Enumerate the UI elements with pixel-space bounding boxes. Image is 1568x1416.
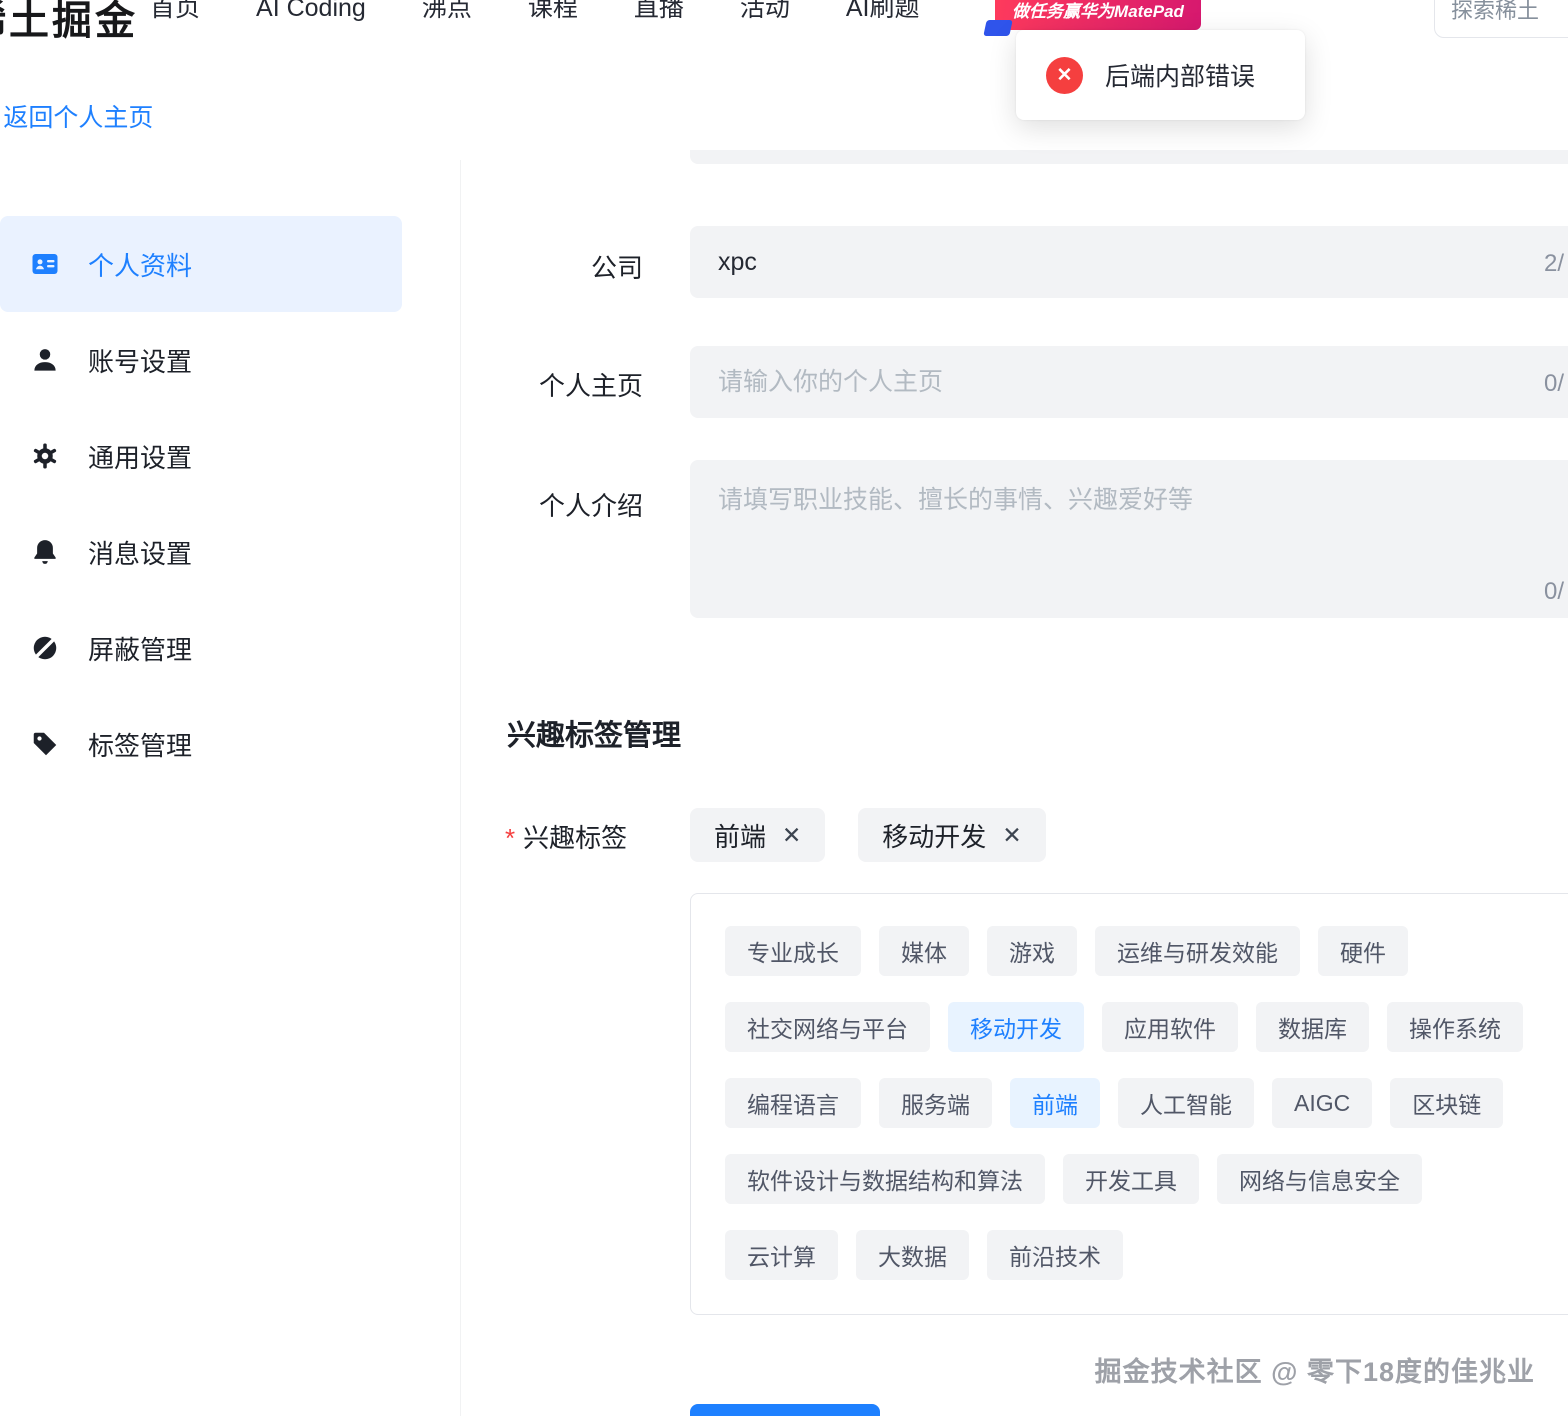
tag-option[interactable]: 数据库 xyxy=(1256,1002,1369,1052)
tag-option[interactable]: 大数据 xyxy=(856,1230,969,1280)
sidebar-item-account[interactable]: 账号设置 xyxy=(0,312,402,408)
sidebar-item-label: 个人资料 xyxy=(88,250,193,281)
interest-tags-label: * 兴趣标签 xyxy=(505,823,628,853)
sidebar-item-messages[interactable]: 消息设置 xyxy=(0,504,402,600)
save-button[interactable] xyxy=(690,1404,880,1416)
juejin-logo[interactable]: 稀土掘金 xyxy=(0,0,138,46)
sidebar-item-label: 标签管理 xyxy=(88,730,193,761)
tag-row: 软件设计与数据结构和算法 开发工具 网络与信息安全 xyxy=(725,1154,1568,1204)
tag-option[interactable]: 云计算 xyxy=(725,1230,838,1280)
tag-option[interactable]: 游戏 xyxy=(987,926,1077,976)
nav-item-home[interactable]: 首页 xyxy=(150,0,200,30)
tag-option[interactable]: 人工智能 xyxy=(1118,1078,1254,1128)
back-to-profile-link[interactable]: ‹ 返回个人主页 xyxy=(0,98,153,134)
tag-row: 云计算 大数据 前沿技术 xyxy=(725,1230,1568,1280)
tag-option[interactable]: 运维与研发效能 xyxy=(1095,926,1300,976)
homepage-label: 个人主页 xyxy=(538,371,643,401)
sidebar-item-label: 通用设置 xyxy=(88,442,193,473)
company-input[interactable] xyxy=(690,226,1568,298)
tag-option[interactable]: 前沿技术 xyxy=(987,1230,1123,1280)
profile-card-icon xyxy=(30,249,60,279)
selected-tag-label: 前端 xyxy=(714,821,767,852)
settings-sidebar: 个人资料 账号设置 通用设置 消息设置 屏蔽管理 标签管理 xyxy=(0,216,402,792)
sidebar-item-block[interactable]: 屏蔽管理 xyxy=(0,600,402,696)
tag-option[interactable]: AIGC xyxy=(1272,1078,1373,1128)
tag-icon xyxy=(30,729,60,759)
required-star: * xyxy=(505,823,516,853)
homepage-field-wrap: 0/ xyxy=(690,346,1568,418)
selected-tag-frontend[interactable]: 前端 ✕ xyxy=(690,808,826,862)
tag-row: 社交网络与平台 移动开发 应用软件 数据库 操作系统 xyxy=(725,1002,1568,1052)
sidebar-content-divider xyxy=(460,160,461,1416)
tag-row: 编程语言 服务端 前端 人工智能 AIGC 区块链 xyxy=(725,1078,1568,1128)
nav-item-courses[interactable]: 课程 xyxy=(528,0,578,30)
tag-option[interactable]: 区块链 xyxy=(1390,1078,1504,1128)
selected-tag-label: 移动开发 xyxy=(882,821,987,852)
tag-option[interactable]: 开发工具 xyxy=(1063,1154,1199,1204)
tag-row: 专业成长 媒体 游戏 运维与研发效能 硬件 xyxy=(725,926,1568,976)
user-icon xyxy=(30,345,60,375)
input-sliver xyxy=(690,150,1568,164)
error-toast: ✕ 后端内部错误 xyxy=(1016,30,1305,120)
tag-option-selected[interactable]: 前端 xyxy=(1010,1078,1100,1128)
tag-option[interactable]: 编程语言 xyxy=(725,1078,861,1128)
search-box xyxy=(1434,0,1568,38)
tag-option[interactable]: 服务端 xyxy=(879,1078,992,1128)
homepage-input[interactable] xyxy=(690,346,1568,418)
intro-textarea[interactable] xyxy=(690,460,1568,618)
tag-option[interactable]: 应用软件 xyxy=(1102,1002,1238,1052)
homepage-char-count: 0/ xyxy=(1543,370,1564,397)
selected-tag-mobile[interactable]: 移动开发 ✕ xyxy=(858,808,1046,862)
top-nav: 首页 AI Coding 沸点 课程 直播 活动 AI刷题 xyxy=(150,0,920,30)
intro-char-count: 0/ xyxy=(1543,578,1564,605)
block-icon xyxy=(30,633,60,663)
company-field-wrap: 2/ xyxy=(690,226,1568,298)
company-label: 公司 xyxy=(590,253,643,283)
settings-page: 稀土掘金 首页 AI Coding 沸点 课程 直播 活动 AI刷题 做任务赢华… xyxy=(0,0,1568,1416)
sidebar-item-label: 消息设置 xyxy=(88,538,193,569)
community-watermark: 掘金技术社区 @ 零下18度的佳兆业 xyxy=(1094,1357,1535,1387)
search-input[interactable] xyxy=(1451,0,1568,24)
tag-option[interactable]: 硬件 xyxy=(1318,926,1408,976)
promo-banner[interactable]: 做任务赢华为MatePad xyxy=(983,0,1201,36)
error-toast-message: 后端内部错误 xyxy=(1105,63,1256,91)
sidebar-item-general[interactable]: 通用设置 xyxy=(0,408,402,504)
close-icon[interactable]: ✕ xyxy=(782,823,801,847)
bell-icon xyxy=(30,537,60,567)
tag-option[interactable]: 专业成长 xyxy=(725,926,861,976)
nav-item-ai-coding[interactable]: AI Coding xyxy=(256,0,366,30)
intro-label: 个人介绍 xyxy=(538,491,643,521)
promo-banner-decoration xyxy=(983,20,1013,36)
tag-option[interactable]: 媒体 xyxy=(879,926,969,976)
nav-item-ai-quiz[interactable]: AI刷题 xyxy=(846,0,920,30)
sidebar-item-tags[interactable]: 标签管理 xyxy=(0,696,402,792)
tag-option[interactable]: 操作系统 xyxy=(1387,1002,1523,1052)
tag-option[interactable]: 网络与信息安全 xyxy=(1217,1154,1422,1204)
promo-banner-text: 做任务赢华为MatePad xyxy=(1012,2,1184,21)
gear-icon xyxy=(30,441,60,471)
selected-tags: 前端 ✕ 移动开发 ✕ xyxy=(690,808,1046,862)
error-icon: ✕ xyxy=(1046,56,1083,94)
nav-item-pins[interactable]: 沸点 xyxy=(422,0,472,30)
company-char-count: 2/ xyxy=(1543,250,1564,277)
back-link-label: 返回个人主页 xyxy=(3,104,154,132)
tag-option[interactable]: 社交网络与平台 xyxy=(725,1002,930,1052)
intro-field-wrap: 0/ xyxy=(690,460,1568,618)
tag-option-selected[interactable]: 移动开发 xyxy=(948,1002,1084,1052)
sidebar-item-label: 屏蔽管理 xyxy=(88,634,193,665)
sidebar-item-profile[interactable]: 个人资料 xyxy=(0,216,402,312)
tag-picker-panel: 专业成长 媒体 游戏 运维与研发效能 硬件 社交网络与平台 移动开发 应用软件 … xyxy=(690,893,1568,1315)
tag-option[interactable]: 软件设计与数据结构和算法 xyxy=(725,1154,1045,1204)
nav-item-events[interactable]: 活动 xyxy=(740,0,790,30)
close-icon[interactable]: ✕ xyxy=(1002,823,1021,847)
nav-item-live[interactable]: 直播 xyxy=(634,0,684,30)
interest-tags-heading: 兴趣标签管理 xyxy=(507,720,682,752)
sidebar-item-label: 账号设置 xyxy=(88,346,193,377)
